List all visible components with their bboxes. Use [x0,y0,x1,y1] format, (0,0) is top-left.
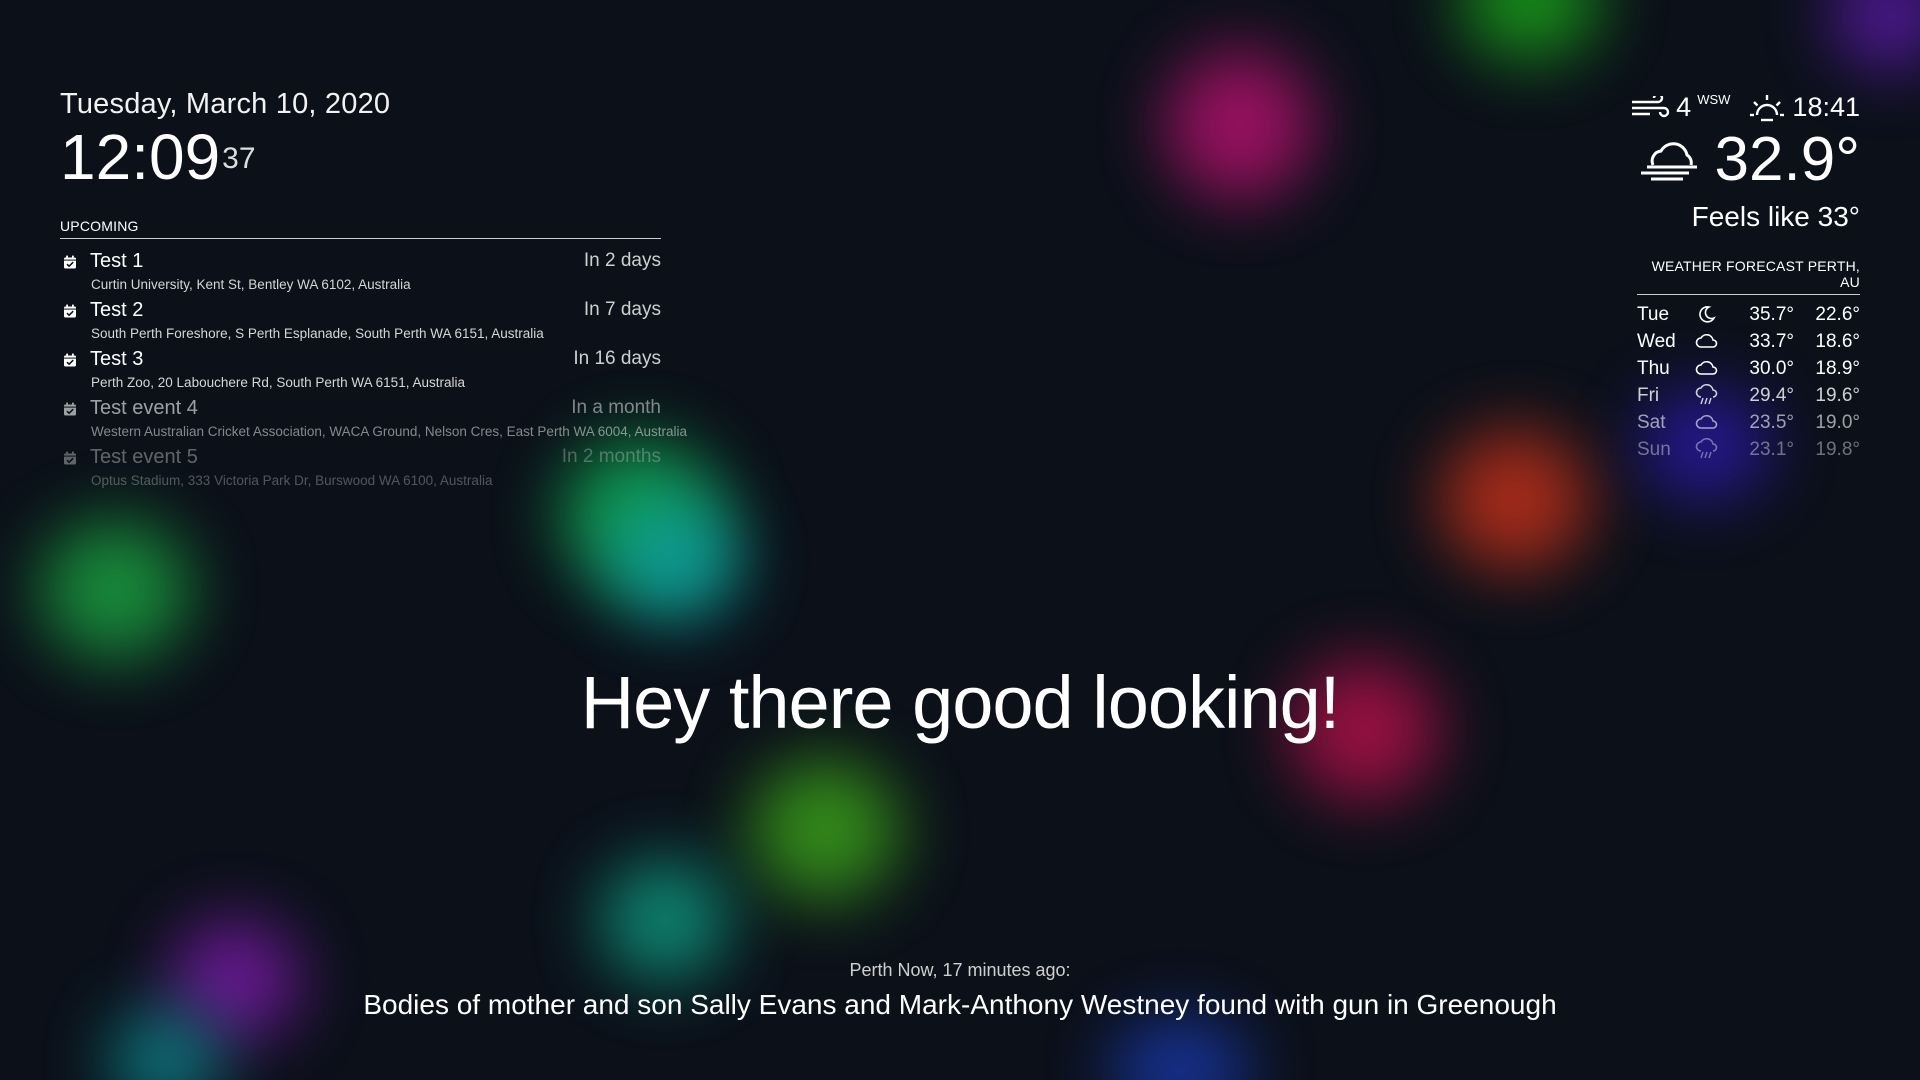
bokeh-light [1165,50,1315,200]
calendar-event: Test 3 In 16 days Perth Zoo, 20 Labouche… [60,347,661,396]
event-location: Western Australian Cricket Association, … [91,424,688,439]
event-location: South Perth Foreshore, S Perth Esplanade… [91,326,544,341]
calendar-check-icon [64,451,76,465]
event-location: Optus Stadium, 333 Victoria Park Dr, Bur… [91,473,493,488]
bokeh-light [1830,0,1920,70]
forecast-day: Fri [1637,384,1660,406]
calendar-check-icon [64,402,76,416]
clock-seconds: 37 [222,142,256,175]
clock-module: Tuesday, March 10, 2020 12:0937 [60,88,390,189]
event-relative-time: In 2 months [561,446,661,467]
forecast-row: Sat 23.5° 19.0° [1637,409,1860,436]
event-relative-time: In 7 days [583,299,661,320]
event-title: Test 2 [90,299,144,321]
bokeh-light [1460,0,1600,60]
calendar-module: UPCOMING Test 1 In 2 days Curtin Univers… [60,218,687,494]
weather-forecast-module: WEATHER FORECAST PERTH, AU Tue 35.7° 22.… [1637,258,1860,463]
event-relative-time: In a month [571,397,661,418]
news-source: Perth Now, 17 minutes ago: [849,960,1071,980]
forecast-min-temp: 22.6° [1815,303,1860,325]
bokeh-light [40,520,190,660]
wind-icon [1632,95,1670,117]
clock-hours-minutes: 12:09 [60,121,221,193]
forecast-row: Wed 33.7° 18.6° [1637,328,1860,355]
current-weather-module: 4 WSW 18:41 32.9° Feels like 33° [1630,92,1860,233]
forecast-day: Wed [1637,330,1676,352]
sunset-icon [1750,94,1785,121]
forecast-row: Thu 30.0° 18.9° [1637,355,1860,382]
rain-cloud-icon [1695,438,1718,459]
clock-time: 12:0937 [60,125,390,189]
event-title: Test event 4 [90,397,198,419]
event-location: Curtin University, Kent St, Bentley WA 6… [91,277,411,292]
moon-icon [1699,306,1716,324]
event-relative-time: In 16 days [573,348,661,369]
compliment-text: Hey there good looking! [580,661,1341,744]
forecast-max-temp: 23.1° [1749,438,1794,460]
calendar-event: Test 2 In 7 days South Perth Foreshore, … [60,298,661,347]
calendar-event: Test event 4 In a month Western Australi… [60,396,687,445]
event-title: Test event 5 [90,446,198,468]
forecast-table: Tue 35.7° 22.6° Wed 33.7° 18.6° Thu 30.0… [1637,301,1860,463]
forecast-min-temp: 19.6° [1815,384,1860,406]
newsfeed-module: Perth Now, 17 minutes ago: Bodies of mot… [0,960,1920,1021]
bokeh-light [750,760,900,900]
calendar-event: Test 1 In 2 days Curtin University, Kent… [60,249,661,298]
forecast-row: Fri 29.4° 19.6° [1637,382,1860,409]
clock-date: Tuesday, March 10, 2020 [60,88,391,120]
sunset-time: 18:41 [1792,92,1860,122]
calendar-event: Test event 5 In 2 months Optus Stadium, … [60,445,661,494]
forecast-min-temp: 19.8° [1815,438,1860,460]
cloud-icon [1695,361,1718,376]
rain-cloud-icon [1695,384,1718,405]
forecast-header: WEATHER FORECAST PERTH, AU [1637,258,1860,295]
wind-direction: WSW [1697,92,1731,107]
wind-speed: 4 [1676,92,1692,122]
calendar-header: UPCOMING [60,218,661,239]
bokeh-light [610,500,740,620]
event-relative-time: In 2 days [583,250,661,271]
forecast-row: Tue 35.7° 22.6° [1637,301,1860,328]
event-title: Test 3 [90,348,144,370]
forecast-max-temp: 33.7° [1749,330,1794,352]
bokeh-light [1110,1020,1250,1080]
forecast-day: Thu [1637,357,1670,379]
cloud-icon [1695,334,1718,349]
forecast-min-temp: 19.0° [1815,411,1860,433]
cloud-icon [1695,415,1718,430]
event-location: Perth Zoo, 20 Labouchere Rd, South Perth… [91,375,465,390]
cloudy-windy-icon [1640,142,1697,181]
weather-summary-row: 4 WSW 18:41 [1630,92,1860,123]
feels-like: Feels like 33° [1691,201,1860,232]
current-temperature: 32.9° [1714,125,1860,194]
forecast-row: Sun 23.1° 19.8° [1637,436,1860,463]
forecast-day: Sat [1637,411,1666,433]
forecast-max-temp: 30.0° [1749,357,1794,379]
forecast-day: Sun [1637,438,1671,460]
forecast-max-temp: 29.4° [1749,384,1794,406]
bokeh-light [1440,430,1590,570]
news-headline: Bodies of mother and son Sally Evans and… [363,989,1557,1020]
forecast-max-temp: 35.7° [1749,303,1794,325]
calendar-check-icon [64,353,76,367]
event-title: Test 1 [90,250,144,272]
calendar-event-list: Test 1 In 2 days Curtin University, Kent… [60,249,687,494]
mirror-screen: Tuesday, March 10, 2020 12:0937 UPCOMING… [0,0,1920,1080]
forecast-min-temp: 18.6° [1815,330,1860,352]
forecast-min-temp: 18.9° [1815,357,1860,379]
forecast-day: Tue [1637,303,1670,325]
calendar-check-icon [64,304,76,318]
calendar-check-icon [64,255,76,269]
forecast-max-temp: 23.5° [1749,411,1794,433]
current-temperature-row: 32.9° [1630,129,1860,191]
